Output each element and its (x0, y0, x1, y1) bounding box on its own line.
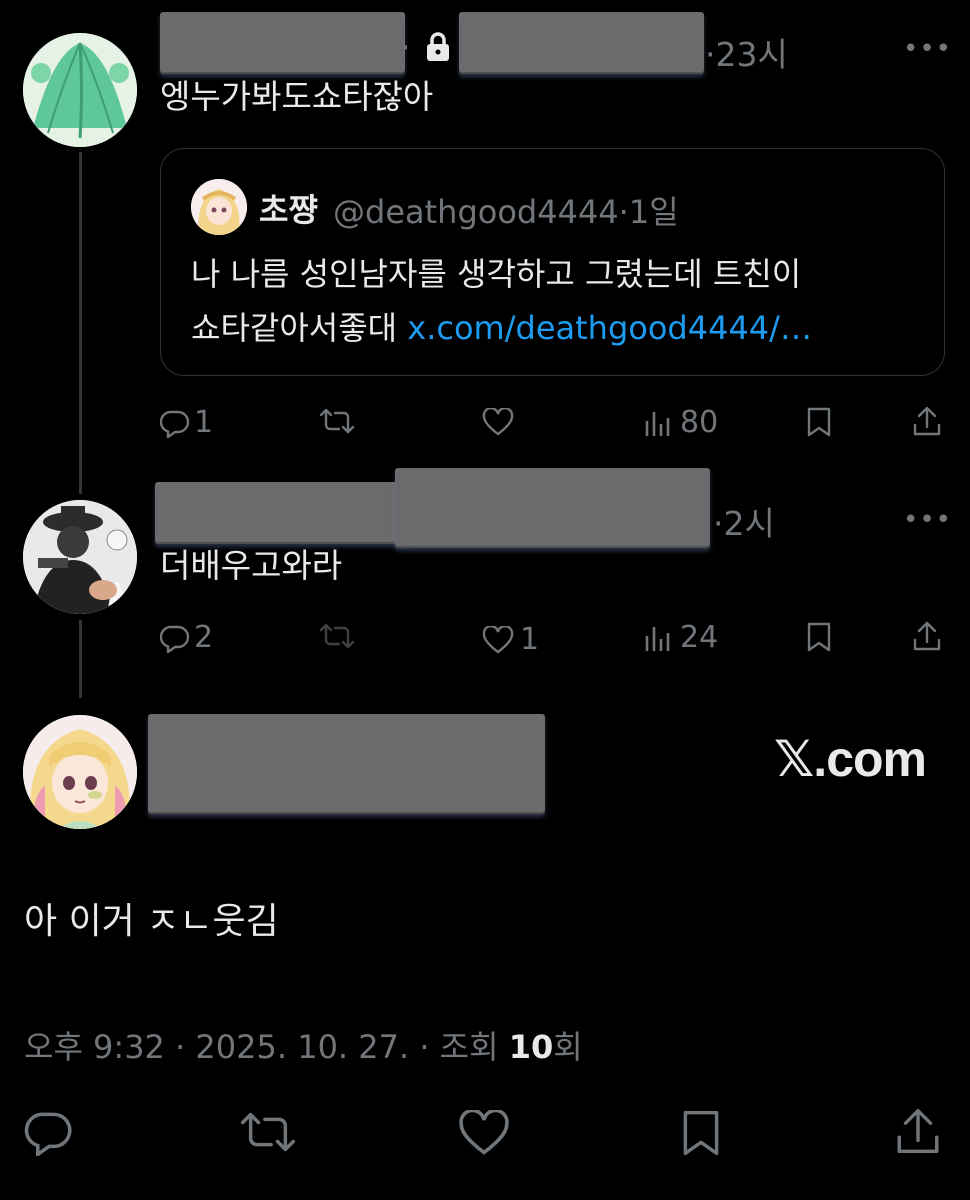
thread-line (79, 152, 82, 494)
views-count: 24 (680, 620, 719, 655)
quote-link[interactable]: x.com/deathgood4444/… (407, 309, 812, 347)
lock-icon (425, 32, 451, 66)
avatar-image (23, 715, 137, 829)
heart-icon (482, 625, 514, 654)
bookmark-button[interactable] (806, 621, 832, 653)
redacted-name (155, 482, 407, 544)
heart-icon (459, 1110, 509, 1155)
timestamp-text: 오후 9:32 · 2025. 10. 27. · 조회 (24, 1028, 499, 1066)
avatar[interactable] (23, 715, 137, 829)
avatar[interactable] (23, 500, 137, 614)
retweet-button[interactable] (318, 621, 356, 651)
watermark: 𝕏.com (774, 731, 927, 787)
views-icon (645, 626, 670, 651)
views-count: 10 (508, 1028, 554, 1066)
retweet-button[interactable] (238, 1108, 298, 1156)
retweet-icon (319, 408, 355, 434)
reply-text: 더배우고와라 (160, 546, 343, 585)
avatar (191, 179, 247, 235)
bookmark-button[interactable] (680, 1108, 722, 1158)
retweet-icon (319, 623, 355, 649)
views-button[interactable]: 24 (644, 620, 718, 655)
avatar-image (23, 500, 137, 614)
tweet-timestamp: 오후 9:32 · 2025. 10. 27. · 조회 10회 (24, 1022, 583, 1068)
share-button[interactable] (912, 405, 942, 437)
share-icon (913, 621, 941, 651)
reply-count: 1 (194, 405, 214, 440)
more-icon[interactable]: ••• (903, 505, 952, 535)
bookmark-icon (807, 407, 831, 437)
share-button[interactable] (912, 620, 942, 652)
reply-button[interactable] (24, 1108, 74, 1156)
quote-meta: @deathgood4444·1일 (333, 193, 679, 231)
bookmark-button[interactable] (806, 406, 832, 438)
heart-icon (482, 408, 514, 436)
bookmark-icon (807, 622, 831, 652)
views-count: 80 (680, 405, 719, 440)
reply-icon (160, 625, 190, 653)
reply-button[interactable]: 2 (160, 620, 213, 655)
reply-button[interactable]: 1 (160, 405, 213, 440)
more-icon[interactable]: ••• (903, 34, 952, 64)
like-count: 1 (520, 622, 540, 657)
reply-text: 엥누가봐도쇼타잖아 (160, 77, 434, 116)
share-icon (913, 406, 941, 436)
views-button[interactable]: 80 (644, 405, 718, 440)
quote-author-name: 초쨩 (259, 191, 318, 229)
redacted-handle (459, 12, 704, 74)
thread-line (79, 620, 82, 698)
reply-time: ·2시 (713, 504, 775, 543)
views-suffix: 회 (553, 1028, 583, 1066)
redacted-name (160, 12, 405, 74)
bookmark-icon (683, 1110, 719, 1156)
redacted-name (148, 714, 545, 814)
share-button[interactable] (894, 1106, 942, 1156)
reply-icon (160, 410, 190, 438)
tweet-text: 아 이거 ㅈㄴ웃김 (24, 901, 279, 942)
share-icon (897, 1108, 939, 1154)
like-button[interactable]: 1 (482, 622, 539, 657)
like-button[interactable] (482, 408, 514, 436)
separator-dot: · (400, 28, 411, 67)
reply-count: 2 (194, 620, 214, 655)
quote-time: 1일 (628, 193, 679, 231)
views-icon (645, 411, 670, 436)
retweet-button[interactable] (318, 406, 356, 436)
quote-line1: 나 나름 성인남자를 생각하고 그렸는데 트친이 (191, 255, 802, 293)
reply-icon (24, 1112, 72, 1156)
avatar[interactable] (23, 33, 137, 147)
avatar-image (191, 179, 247, 235)
reply-time: ·23시 (705, 35, 788, 74)
quote-line2-text: 쇼타같아서좋대 (191, 309, 398, 347)
quote-line2: 쇼타같아서좋대 x.com/deathgood4444/… (191, 301, 812, 355)
quoted-tweet[interactable]: 초쨩 @deathgood4444·1일 나 나름 성인남자를 생각하고 그렸는… (160, 148, 945, 376)
quote-handle: @deathgood4444 (333, 193, 619, 231)
avatar-image (23, 33, 137, 147)
retweet-icon (241, 1112, 295, 1152)
redacted-handle (395, 468, 710, 548)
like-button[interactable] (458, 1110, 510, 1156)
